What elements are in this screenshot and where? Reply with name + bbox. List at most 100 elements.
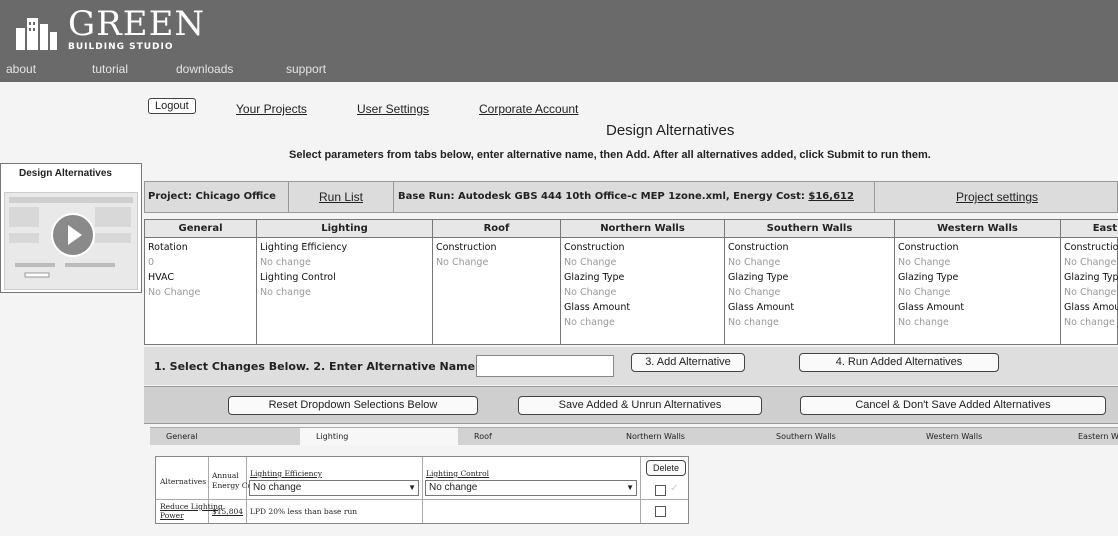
summary-value: No Change [564, 287, 617, 298]
energy-cost-link[interactable]: $16,612 [808, 191, 854, 202]
summary-label: Glass Amount [898, 302, 965, 313]
video-thumbnail[interactable] [4, 192, 138, 290]
col-header-western-walls: Western Walls [895, 220, 1060, 238]
reset-dropdowns-button[interactable]: Reset Dropdown Selections Below [228, 396, 478, 415]
summary-col-general: General Rotation 0 HVAC No Change [145, 220, 257, 344]
col-header-southern-walls: Southern Walls [725, 220, 894, 238]
summary-label: Glazing Type [898, 272, 959, 283]
city-buildings-icon [16, 18, 57, 50]
summary-col-roof: Roof Construction No Change [433, 220, 561, 344]
summary-label: Glass Amount [564, 302, 631, 313]
add-alternative-button[interactable]: 3. Add Alternative [631, 353, 745, 372]
lighting-alternatives-table: Alternatives Annual Energy Cost Lighting… [155, 456, 689, 524]
summary-value: No Change [1064, 257, 1117, 268]
tab-eastern-walls[interactable]: Eastern Wa [1062, 427, 1118, 445]
summary-label: HVAC [148, 272, 174, 283]
side-panel-title: Design Alternatives [19, 168, 112, 179]
tutorial-video-panel[interactable]: Design Alternatives [0, 163, 142, 293]
tab-roof[interactable]: Roof [458, 427, 610, 445]
project-settings-link[interactable]: Project settings [875, 182, 1118, 212]
summary-value: No Change [898, 287, 951, 298]
summary-col-eastern-walls: East Constructio No Change Glazing Typ N… [1061, 220, 1118, 344]
summary-value: No change [898, 317, 949, 328]
header-alternatives: Alternatives [160, 477, 207, 486]
summary-value: 0 [148, 257, 155, 268]
lighting-efficiency-select[interactable]: No change ▼ [249, 480, 419, 496]
summary-col-western-walls: Western Walls Construction No Change Gla… [895, 220, 1061, 344]
page-title: Design Alternatives [606, 122, 735, 139]
your-projects-link[interactable]: Your Projects [236, 102, 307, 116]
summary-value: No change [260, 257, 311, 268]
header-lighting-efficiency: Lighting Efficiency [250, 469, 322, 478]
play-icon[interactable] [51, 213, 95, 257]
summary-value: No Change [148, 287, 201, 298]
nav-downloads[interactable]: downloads [176, 62, 233, 76]
summary-label: Rotation [148, 242, 188, 253]
tab-southern-walls[interactable]: Southern Walls [760, 427, 910, 445]
col-header-roof: Roof [433, 220, 560, 238]
tab-general[interactable]: General [150, 427, 300, 445]
alternative-name-link-cont[interactable]: Power [160, 511, 184, 521]
header-annual: Annual [212, 471, 239, 480]
nav-about[interactable]: about [6, 62, 36, 76]
summary-value: No Change [564, 257, 617, 268]
summary-value: No Change [1064, 287, 1117, 298]
chevron-down-icon: ▼ [626, 483, 634, 492]
summary-value: No Change [898, 257, 951, 268]
tab-lighting[interactable]: Lighting [300, 427, 458, 445]
summary-label: Glass Amou [1064, 302, 1118, 313]
select-all-checkbox[interactable] [655, 485, 666, 496]
summary-label: Glazing Type [728, 272, 789, 283]
summary-col-southern-walls: Southern Walls Construction No Change Gl… [725, 220, 895, 344]
brand-name: GREEN [68, 4, 206, 44]
col-header-lighting: Lighting [257, 220, 432, 238]
row-delete-checkbox[interactable] [655, 506, 666, 517]
reset-save-cancel-band: Reset Dropdown Selections Below Save Add… [144, 386, 1118, 424]
nav-tutorial[interactable]: tutorial [92, 62, 128, 76]
summary-label: Construction [564, 242, 625, 253]
alternative-description: LPD 20% less than base run [250, 507, 358, 516]
summary-col-northern-walls: Northern Walls Construction No Change Gl… [561, 220, 725, 344]
delete-button[interactable]: Delete [646, 460, 686, 476]
run-list-link[interactable]: Run List [289, 182, 394, 212]
tab-western-walls[interactable]: Western Walls [910, 427, 1062, 445]
summary-label: Glass Amount [728, 302, 795, 313]
project-name: Project: Chicago Office [145, 182, 289, 212]
category-tabs: General Lighting Roof Northern Walls Sou… [150, 427, 1118, 445]
nav-support[interactable]: support [286, 62, 326, 76]
summary-label: Lighting Control [260, 272, 336, 283]
header-lighting-control: Lighting Control [426, 469, 490, 478]
summary-label: Construction [728, 242, 789, 253]
cancel-alternatives-button[interactable]: Cancel & Don't Save Added Alternatives [800, 396, 1106, 415]
tab-northern-walls[interactable]: Northern Walls [610, 427, 760, 445]
summary-value: No change [260, 287, 311, 298]
user-settings-link[interactable]: User Settings [357, 102, 429, 116]
col-header-eastern-walls: East [1061, 220, 1118, 238]
summary-value: No Change [436, 257, 489, 268]
col-header-northern-walls: Northern Walls [561, 220, 724, 238]
summary-value: No change [728, 317, 779, 328]
logout-button[interactable]: Logout [148, 98, 196, 114]
summary-col-lighting: Lighting Lighting Efficiency No change L… [257, 220, 433, 344]
alternative-energy-cost[interactable]: $15,804 [212, 507, 243, 517]
lighting-control-select[interactable]: No change ▼ [425, 480, 637, 496]
base-run-info: Base Run: Autodesk GBS 444 10th Office-c… [396, 182, 875, 212]
brand-subtitle: BUILDING STUDIO [68, 42, 174, 52]
summary-value: No Change [728, 287, 781, 298]
summary-label: Glazing Typ [1064, 272, 1118, 283]
top-banner: GREEN BUILDING STUDIO about tutorial dow… [0, 0, 1118, 82]
summary-label: Glazing Type [564, 272, 625, 283]
summary-label: Construction [436, 242, 497, 253]
main-nav: about tutorial downloads support [0, 60, 1118, 82]
alternatives-summary-grid: General Rotation 0 HVAC No Change Lighti… [144, 219, 1118, 345]
alternative-name-input[interactable] [476, 355, 614, 377]
col-header-general: General [145, 220, 256, 238]
save-alternatives-button[interactable]: Save Added & Unrun Alternatives [518, 396, 762, 415]
steps-text: 1. Select Changes Below. 2. Enter Altern… [154, 360, 480, 373]
add-alternative-band: 1. Select Changes Below. 2. Enter Altern… [144, 347, 1118, 385]
summary-value: No Change [728, 257, 781, 268]
run-added-alternatives-button[interactable]: 4. Run Added Alternatives [799, 353, 999, 372]
corporate-account-link[interactable]: Corporate Account [479, 102, 578, 116]
summary-value: No change [564, 317, 615, 328]
chevron-down-icon: ▼ [408, 483, 416, 492]
